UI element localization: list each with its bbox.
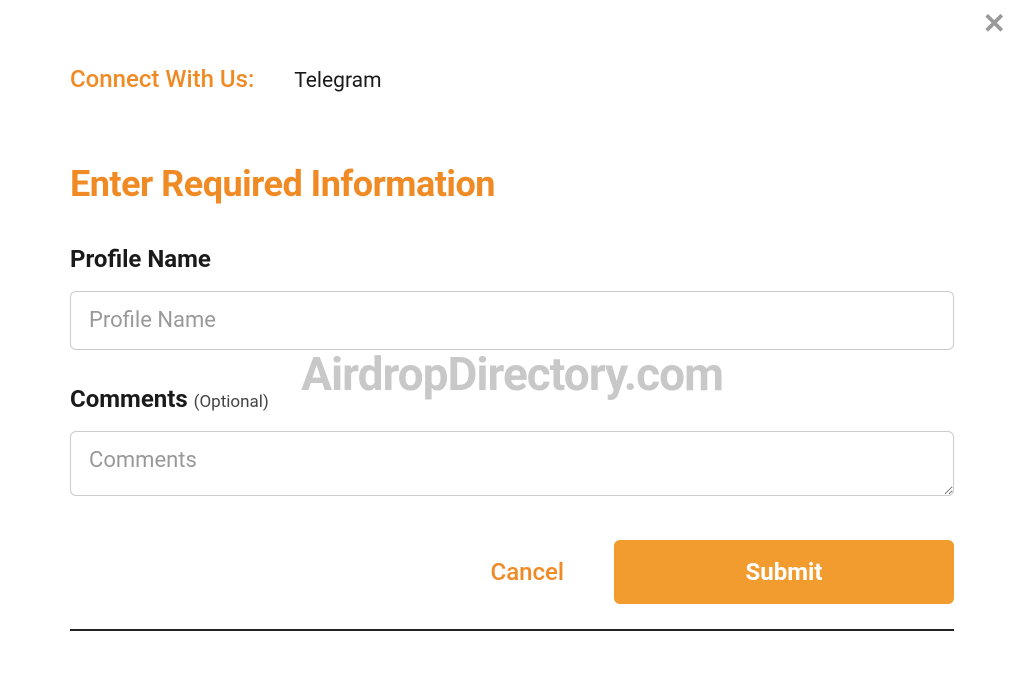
connect-row: Connect With Us: Telegram xyxy=(70,65,954,93)
connect-label: Connect With Us: xyxy=(70,65,254,93)
form-container: Connect With Us: Telegram Enter Required… xyxy=(0,0,1024,631)
profile-name-label: Profile Name xyxy=(70,245,954,273)
comments-optional: (Optional) xyxy=(194,392,269,412)
telegram-link[interactable]: Telegram xyxy=(294,69,381,93)
button-row: Cancel Submit xyxy=(70,540,954,604)
comments-label-text: Comments xyxy=(70,385,188,413)
profile-name-input[interactable] xyxy=(70,291,954,350)
comments-label: Comments (Optional) xyxy=(70,385,954,413)
section-heading: Enter Required Information xyxy=(70,163,954,205)
comments-input[interactable] xyxy=(70,431,954,496)
close-icon[interactable]: ✕ xyxy=(983,10,1006,38)
submit-button[interactable]: Submit xyxy=(614,540,954,604)
cancel-button[interactable]: Cancel xyxy=(471,548,584,596)
divider xyxy=(70,629,954,631)
